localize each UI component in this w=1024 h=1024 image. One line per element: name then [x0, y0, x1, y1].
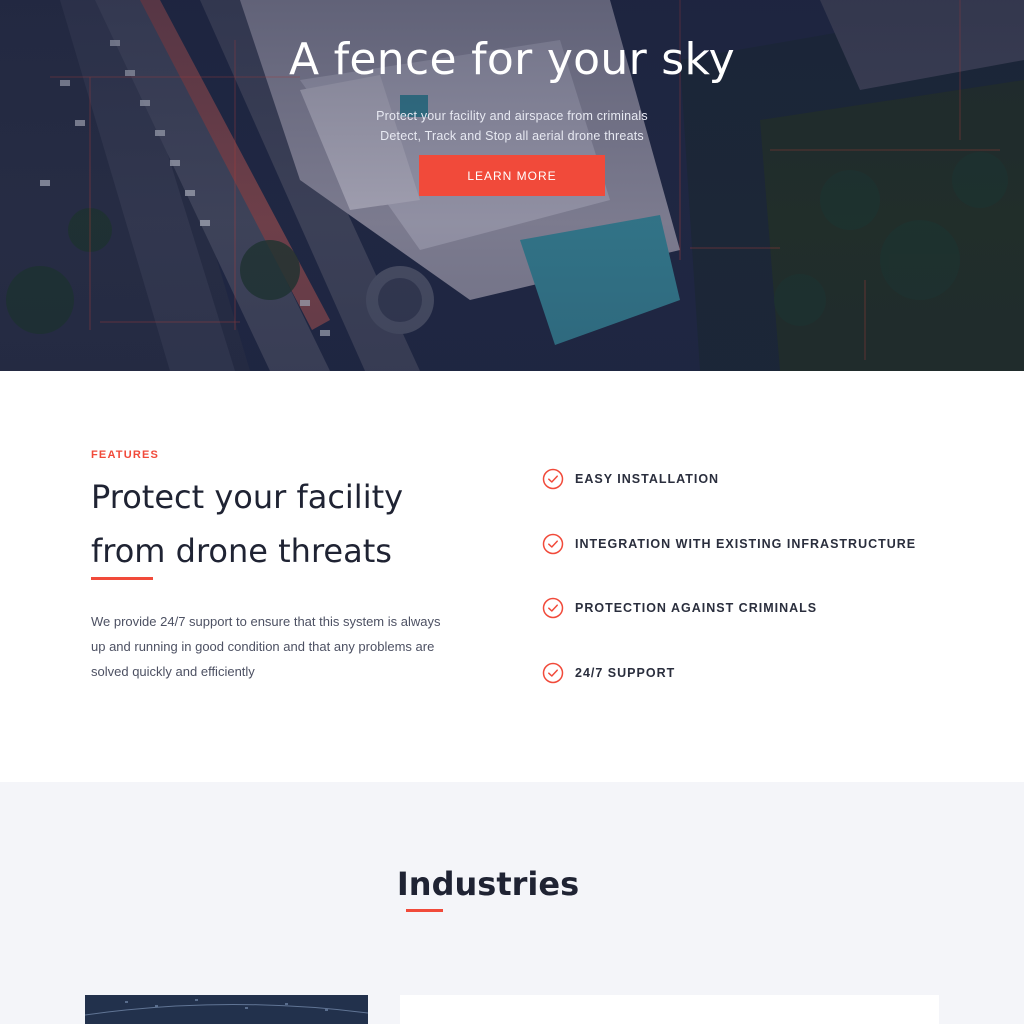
feature-item-protection: PROTECTION AGAINST CRIMINALS — [542, 596, 817, 620]
feature-item-integration: INTEGRATION WITH EXISTING INFRASTRUCTURE — [542, 532, 916, 556]
feature-item-label: EASY INSTALLATION — [575, 472, 720, 486]
hero-subtitle-line2: Detect, Track and Stop all aerial drone … — [380, 129, 644, 143]
hero-section: A fence for your sky Protect your facili… — [0, 0, 1024, 371]
features-section: FEATURES Protect your facility from dron… — [0, 371, 1024, 782]
check-circle-icon — [542, 597, 564, 619]
industry-image[interactable] — [85, 995, 368, 1024]
feature-item-label: INTEGRATION WITH EXISTING INFRASTRUCTURE — [575, 537, 917, 551]
industry-image-graphic — [85, 995, 368, 1024]
check-circle-icon — [542, 662, 564, 684]
feature-item-support: 24/7 SUPPORT — [542, 661, 675, 685]
learn-more-button[interactable]: LEARN MORE — [419, 155, 605, 196]
features-title: Protect your facility from drone threats — [91, 478, 404, 570]
features-description: We provide 24/7 support to ensure that t… — [91, 614, 441, 679]
feature-item-easy-installation: EASY INSTALLATION — [542, 467, 719, 491]
feature-item-label: PROTECTION AGAINST CRIMINALS — [575, 601, 818, 615]
hero-subtitle-line1: Protect your facility and airspace from … — [376, 109, 648, 123]
industries-title-underline — [406, 909, 443, 912]
feature-item-label: 24/7 SUPPORT — [575, 666, 676, 680]
check-circle-icon — [542, 468, 564, 490]
features-eyebrow: FEATURES — [91, 449, 160, 461]
check-circle-icon — [542, 533, 564, 555]
hero-title: A fence for your sky — [288, 34, 736, 85]
features-title-underline — [91, 577, 153, 580]
industries-title: Industries — [396, 865, 580, 903]
industry-card[interactable] — [400, 995, 939, 1024]
industries-section: Industries — [0, 782, 1024, 1024]
